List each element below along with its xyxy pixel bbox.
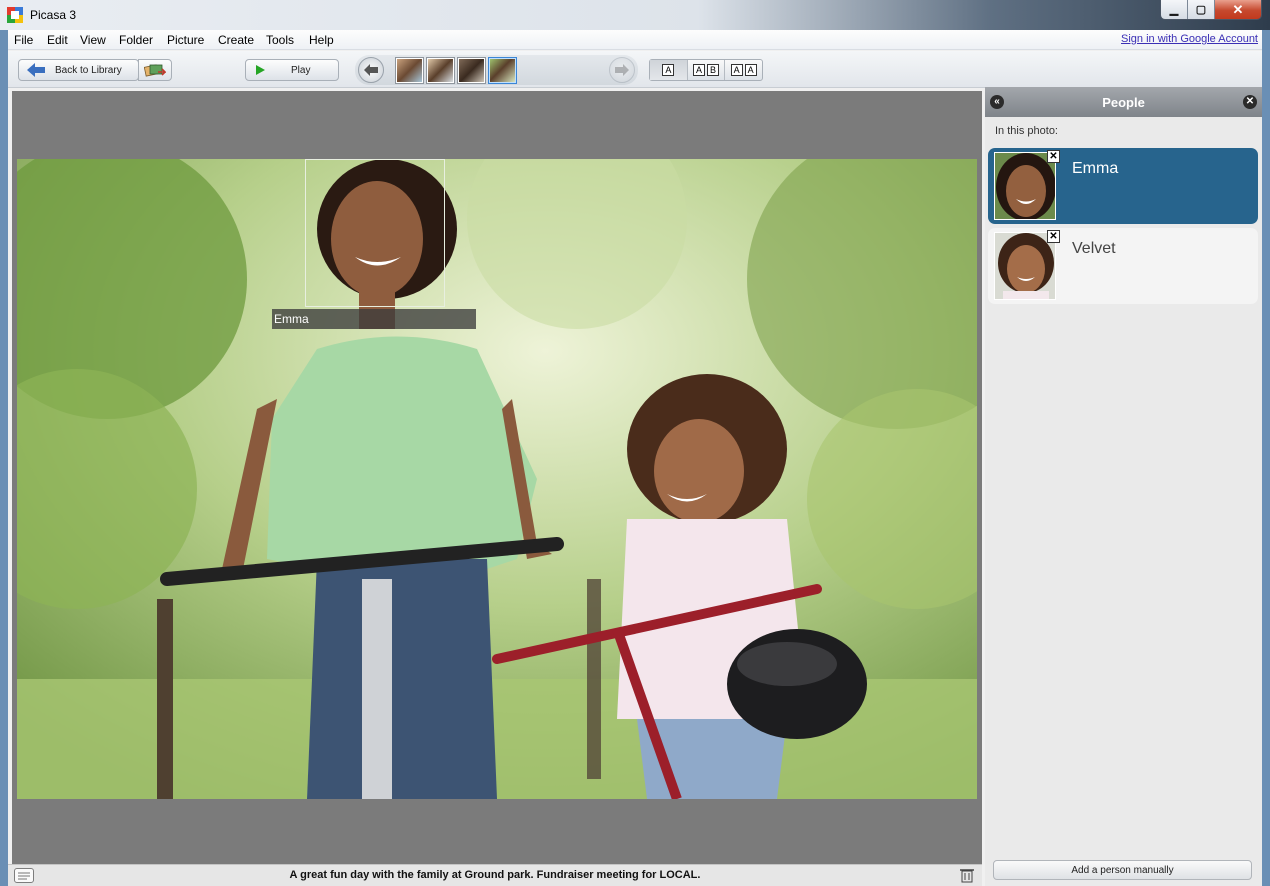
person-name: Velvet [1072,240,1116,257]
person-name: Emma [1072,160,1119,177]
photo-viewer: Emma [12,91,982,866]
trash-icon[interactable] [960,868,974,883]
play-icon [256,65,265,75]
title-bar: Picasa 3 ▁ ▢ ✕ [0,0,1270,30]
people-panel-title: People [1102,95,1145,110]
back-to-library-label: Back to Library [55,64,122,76]
caption-style-3[interactable]: AA [725,60,762,80]
person-item-emma[interactable]: ✕ Emma [988,148,1258,224]
minimize-icon: ▁ [1169,4,1179,16]
menu-create[interactable]: Create [218,33,254,47]
caption-style-box: A [692,64,705,76]
close-panel-icon[interactable]: ✕ [1243,95,1257,109]
window-title: Picasa 3 [30,8,77,22]
add-person-manually-button[interactable]: Add a person manually [993,860,1252,880]
left-arrow-icon [364,64,378,76]
in-this-photo-label: In this photo: [995,125,1058,137]
caption-style-1[interactable]: A [650,60,688,80]
play-label: Play [291,64,311,76]
caption-style-selector: A AB AA [649,59,763,81]
menu-file[interactable]: File [14,33,33,47]
previous-photo-button[interactable] [358,57,384,83]
caption-style-box: A [662,64,675,76]
right-arrow-icon [615,64,629,76]
remove-person-icon[interactable]: ✕ [1047,150,1060,163]
photo-image [17,159,977,799]
window-controls: ▁ ▢ ✕ [1160,0,1262,20]
back-arrow-icon [27,63,45,77]
menu-tools[interactable]: Tools [266,33,294,47]
play-slideshow-button[interactable]: Play [245,59,339,81]
back-to-library-button[interactable]: Back to Library [18,59,139,81]
menu-help[interactable]: Help [309,33,334,47]
face-name-tag[interactable]: Emma [272,309,476,329]
person-item-velvet[interactable]: ✕ Velvet [988,228,1258,304]
maximize-button[interactable]: ▢ [1188,0,1215,19]
person-face-image [995,153,1055,219]
photo-caption[interactable]: A great fun day with the family at Groun… [8,869,982,881]
close-window-button[interactable]: ✕ [1215,0,1261,19]
close-icon: ✕ [1232,1,1244,17]
person-face-image [995,233,1055,299]
picasa-logo-icon [7,7,23,23]
people-panel: « People ✕ In this photo: ✕ Emma ✕ Velve… [985,87,1262,886]
caption-style-box: A [744,64,757,76]
filmstrip-thumbnail[interactable] [458,58,485,83]
filmstrip-thumbnail[interactable] [427,58,454,83]
face-recognition-box[interactable] [305,159,445,307]
minimize-button[interactable]: ▁ [1161,0,1188,19]
caption-bar: A great fun day with the family at Groun… [8,864,982,886]
menu-folder[interactable]: Folder [119,33,153,47]
caption-style-box: B [707,64,720,76]
maximize-icon: ▢ [1195,4,1207,16]
export-button[interactable] [138,59,172,81]
export-icon [144,64,166,77]
menu-edit[interactable]: Edit [47,33,68,47]
app-window: File Edit View Folder Picture Create Too… [8,30,1262,886]
menu-picture[interactable]: Picture [167,33,204,47]
toolbar: Back to Library Play A A B A A [8,51,1262,88]
people-panel-header: « People ✕ [985,87,1262,117]
filmstrip [355,55,638,85]
sign-in-link[interactable]: Sign in with Google Account [1121,33,1258,45]
caption-style-box: A [730,64,743,76]
next-photo-button[interactable] [609,57,635,83]
remove-person-icon[interactable]: ✕ [1047,230,1060,243]
main-photo[interactable]: Emma [17,159,977,799]
caption-style-2[interactable]: AB [688,60,726,80]
menu-view[interactable]: View [80,33,106,47]
menu-bar: File Edit View Folder Picture Create Too… [8,30,1262,50]
filmstrip-thumbnail-current[interactable] [489,58,516,83]
filmstrip-thumbnail[interactable] [396,58,423,83]
